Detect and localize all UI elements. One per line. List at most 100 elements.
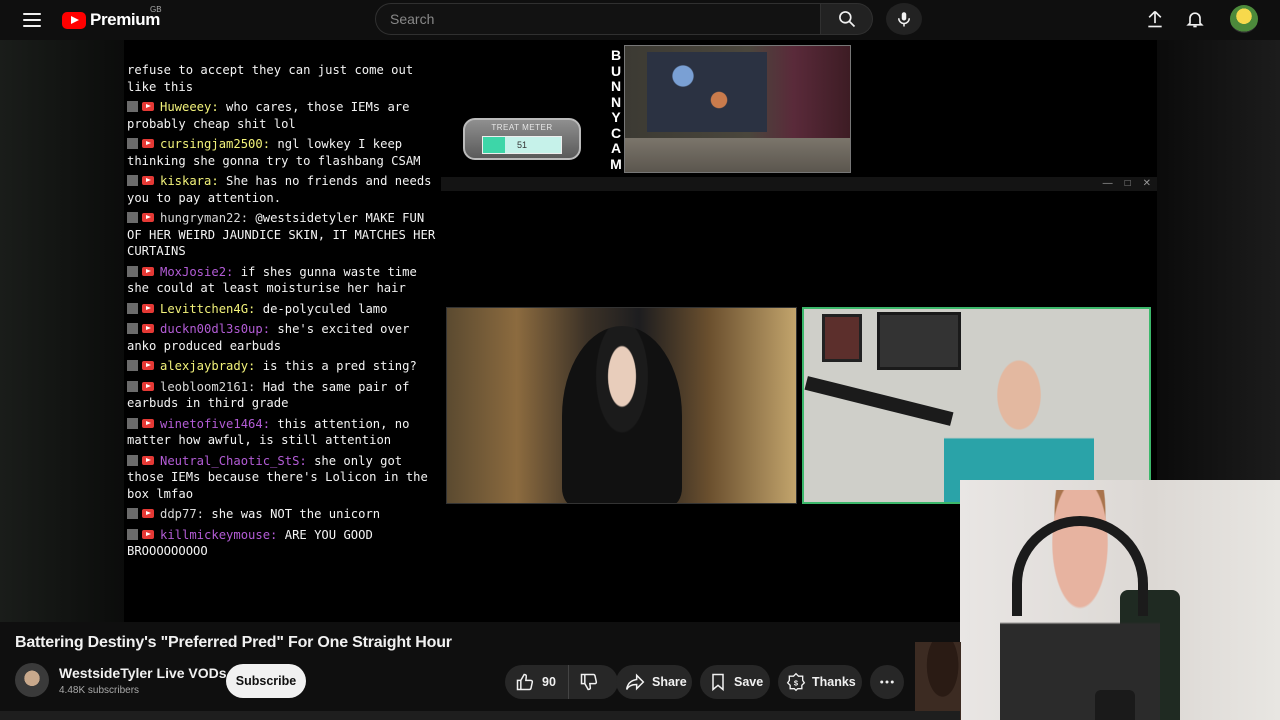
share-icon xyxy=(625,673,645,691)
search-button[interactable] xyxy=(821,3,873,35)
bunny-cam-label: BUNNYCAM xyxy=(608,47,624,172)
thanks-icon: $ xyxy=(786,672,806,692)
treat-meter-bar: 51 xyxy=(482,136,562,154)
bunny-cam-letter: N xyxy=(610,78,622,94)
thanks-button[interactable]: $ Thanks xyxy=(778,665,862,699)
chat-user-avatar xyxy=(127,417,138,429)
video-title: Battering Destiny's "Preferred Pred" For… xyxy=(15,634,452,651)
chat-username: kiskara: xyxy=(160,174,219,188)
stream-chat-overlay: refuse to accept they can just come out … xyxy=(127,62,437,564)
chat-message: alexjaybrady: is this a pred sting? xyxy=(127,358,437,375)
guest-webcam-feed xyxy=(446,307,797,504)
chat-message: duckn00dl3s0up: she's excited over anko … xyxy=(127,321,437,354)
youtube-badge-icon xyxy=(142,303,154,313)
treat-meter: TREAT METER 51 xyxy=(463,118,581,160)
chat-user-avatar xyxy=(127,138,138,149)
treat-meter-value: 51 xyxy=(516,140,527,150)
youtube-badge-icon xyxy=(142,418,154,428)
like-dislike-group: 90 xyxy=(505,665,618,699)
chat-message: Neutral_Chaotic_StS: she only got those … xyxy=(127,453,437,503)
thanks-label: Thanks xyxy=(812,675,856,689)
chat-message: killmickeymouse: ARE YOU GOOD BROOOOOOOO… xyxy=(127,527,437,560)
chat-username: winetofive1464: xyxy=(160,416,271,431)
bell-icon xyxy=(1186,12,1204,28)
video-background-right xyxy=(1157,40,1280,480)
menu-icon[interactable] xyxy=(18,7,46,33)
chat-user-avatar xyxy=(127,175,138,186)
youtube-badge-icon xyxy=(142,324,154,333)
maximize-icon: □ xyxy=(1124,178,1131,189)
chat-user-avatar xyxy=(127,380,138,392)
chat-text: refuse to accept they can just come out … xyxy=(127,63,414,94)
more-actions-button[interactable] xyxy=(870,665,904,699)
notifications-button[interactable] xyxy=(1182,6,1208,32)
thumbs-down-icon xyxy=(580,673,598,691)
channel-avatar[interactable] xyxy=(15,663,49,697)
chat-text: she was NOT the unicorn xyxy=(204,507,381,521)
bunny-cam-poster xyxy=(647,52,767,132)
upload-icon xyxy=(1148,10,1162,28)
bookmark-icon xyxy=(712,673,724,692)
chat-user-avatar xyxy=(127,323,138,334)
chat-username: ddp77: xyxy=(160,507,205,521)
youtube-play-icon xyxy=(62,11,86,29)
like-button[interactable]: 90 xyxy=(505,665,569,699)
masthead: Premium GB xyxy=(0,0,1280,40)
chat-username: MoxJosie2: xyxy=(160,264,234,279)
region-code: GB xyxy=(150,5,162,14)
mic-icon xyxy=(898,12,910,27)
host-webcam-feed xyxy=(802,307,1151,504)
chat-user-avatar xyxy=(127,360,138,371)
chat-text: de-polyculed lamo xyxy=(255,301,388,316)
chat-user-avatar xyxy=(127,528,138,540)
youtube-premium-logo[interactable]: Premium xyxy=(62,7,160,33)
youtube-badge-icon xyxy=(142,455,154,465)
bunny-cam-letter: N xyxy=(610,93,622,110)
side-thumbnail[interactable] xyxy=(915,642,961,720)
youtube-badge-icon xyxy=(142,509,154,518)
chat-user-avatar xyxy=(127,454,138,466)
create-button[interactable] xyxy=(1142,6,1168,32)
microphone xyxy=(1095,690,1135,720)
chat-user-avatar xyxy=(127,508,138,519)
bunny-cam-feed xyxy=(624,45,851,173)
guest-person xyxy=(562,326,682,503)
youtube-badge-icon xyxy=(142,266,154,276)
call-window-titlebar: — □ ✕ xyxy=(441,177,1157,191)
bunny-cam-letter: M xyxy=(610,155,622,172)
share-button[interactable]: Share xyxy=(616,665,692,699)
save-button[interactable]: Save xyxy=(700,665,770,699)
account-avatar[interactable] xyxy=(1230,5,1258,33)
more-horizontal-icon xyxy=(880,680,894,684)
video-background-left xyxy=(0,40,124,622)
youtube-badge-icon xyxy=(142,381,154,391)
chat-message: hungryman22: @westsidetyler MAKE FUN OF … xyxy=(127,210,437,260)
chat-message: leobloom2161: Had the same pair of earbu… xyxy=(127,379,437,412)
chat-message: kiskara: She has no friends and needs yo… xyxy=(127,173,437,206)
chat-message: winetofive1464: this attention, no matte… xyxy=(127,416,437,449)
bunny-cam-letter: C xyxy=(610,124,622,141)
chat-username: Levittchen4G: xyxy=(160,301,256,316)
save-label: Save xyxy=(734,675,764,689)
chat-username: alexjaybrady: xyxy=(160,359,256,373)
chat-username: killmickeymouse: xyxy=(160,527,278,542)
chat-message: MoxJosie2: if shes gunna waste time she … xyxy=(127,264,437,297)
chat-text: is this a pred sting? xyxy=(255,359,417,373)
bunny-cam-letter: B xyxy=(610,47,622,63)
subscriber-count: 4.48K subscribers xyxy=(59,685,140,696)
chat-message: Levittchen4G: de-polyculed lamo xyxy=(127,301,437,318)
subscribe-button[interactable]: Subscribe xyxy=(226,664,306,698)
dislike-button[interactable] xyxy=(569,665,609,699)
channel-name[interactable]: WestsideTyler Live VODs xyxy=(59,665,227,681)
voice-search-button[interactable] xyxy=(886,3,922,35)
minimize-icon: — xyxy=(1102,178,1113,189)
youtube-badge-icon xyxy=(142,361,154,370)
search-box xyxy=(375,3,821,35)
search-icon xyxy=(838,11,855,28)
search-input[interactable] xyxy=(390,11,820,27)
close-icon: ✕ xyxy=(1142,178,1151,189)
chat-username: hungryman22: xyxy=(160,211,249,225)
wall-frame xyxy=(822,314,862,362)
chat-user-avatar xyxy=(127,265,138,277)
share-label: Share xyxy=(652,675,687,689)
